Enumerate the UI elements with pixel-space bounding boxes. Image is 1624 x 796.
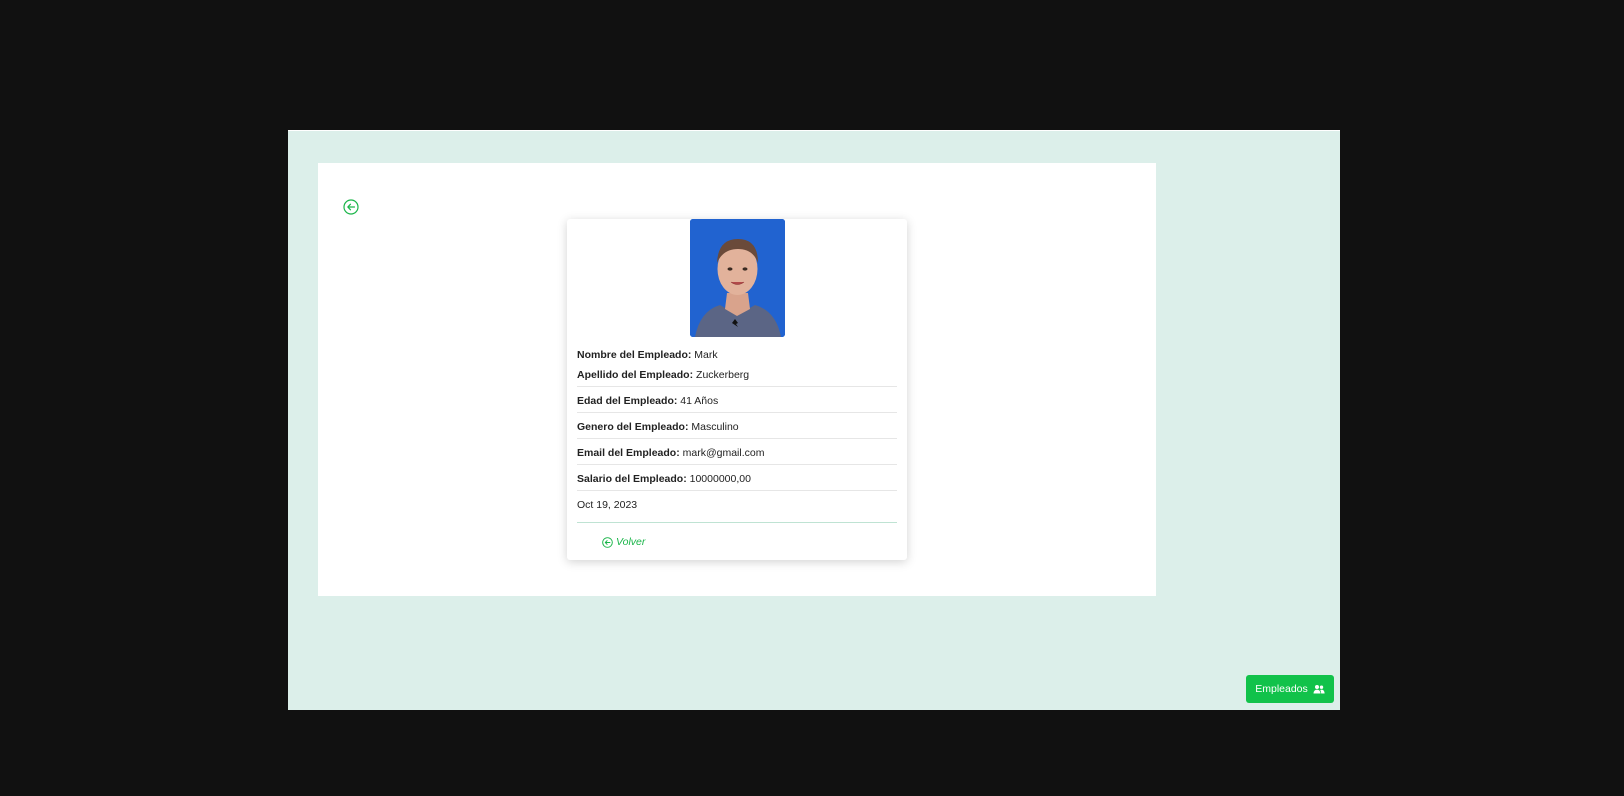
field-label: Nombre del Empleado: [577, 349, 692, 361]
employee-date: Oct 19, 2023 [577, 499, 638, 511]
field-salario: Salario del Empleado: 10000000,00 [577, 472, 897, 491]
users-icon [1313, 684, 1325, 694]
field-nombre: Nombre del Empleado: Mark [577, 348, 897, 362]
arrow-left-circle-icon [602, 536, 613, 548]
field-value: 41 Años [680, 395, 719, 407]
employee-card: Nombre del Empleado: Mark Apellido del E… [567, 219, 907, 560]
field-label: Genero del Empleado: [577, 421, 689, 433]
field-label: Email del Empleado: [577, 447, 680, 459]
empleados-label: Empleados [1255, 683, 1308, 695]
field-label: Apellido del Empleado: [577, 369, 694, 381]
field-genero: Genero del Empleado: Masculino [577, 420, 897, 439]
empleados-button[interactable]: Empleados [1246, 675, 1334, 703]
field-label: Edad del Empleado: [577, 395, 678, 407]
field-email: Email del Empleado: mark@gmail.com [577, 446, 897, 465]
field-apellido: Apellido del Empleado: Zuckerberg [577, 368, 897, 387]
back-arrow-icon[interactable] [343, 199, 359, 215]
field-value: Mark [694, 349, 718, 361]
card-divider [577, 522, 897, 523]
field-value: 10000000,00 [689, 473, 751, 485]
field-value: Zuckerberg [696, 369, 750, 381]
field-label: Salario del Empleado: [577, 473, 687, 485]
field-value: Masculino [691, 421, 739, 433]
employee-photo [690, 219, 785, 337]
field-value: mark@gmail.com [682, 447, 765, 459]
volver-label: Volver [616, 536, 646, 548]
volver-link[interactable]: Volver [602, 536, 645, 548]
field-edad: Edad del Empleado: 41 Años [577, 394, 897, 413]
content-panel: Nombre del Empleado: Mark Apellido del E… [318, 163, 1156, 596]
app-viewport: Nombre del Empleado: Mark Apellido del E… [288, 130, 1340, 710]
